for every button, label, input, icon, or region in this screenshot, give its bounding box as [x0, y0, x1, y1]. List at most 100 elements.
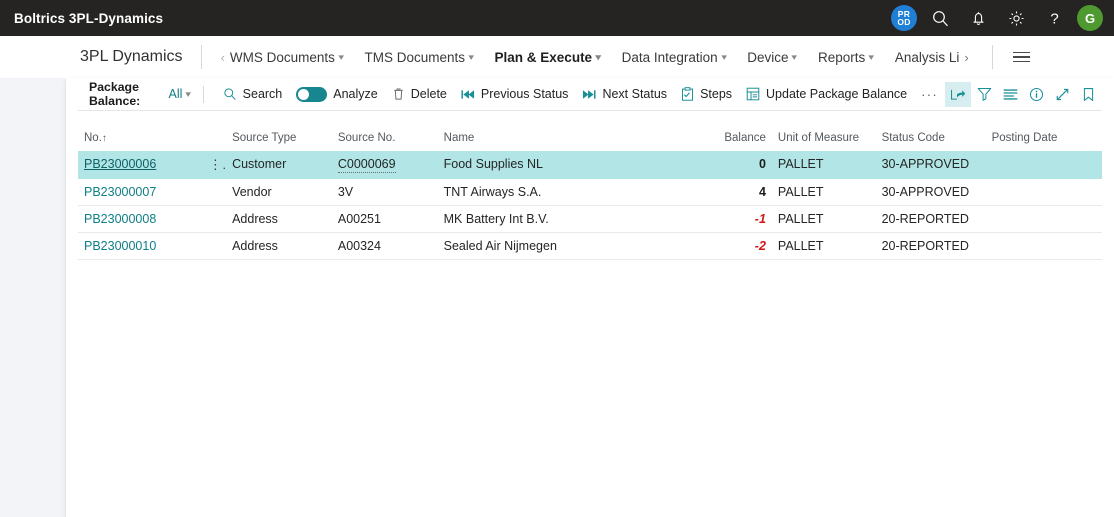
analyze-toggle[interactable]: Analyze	[289, 83, 384, 106]
table-header-row: No.↑ Source Type Source No. Name Balance…	[78, 130, 1102, 151]
nav-item-label: TMS Documents	[364, 49, 465, 65]
user-avatar[interactable]: G	[1077, 5, 1103, 31]
nav-item-label: Plan & Execute	[494, 49, 593, 65]
column-header-balance[interactable]: Balance	[708, 130, 771, 151]
chevron-down-icon: ▾	[721, 51, 727, 62]
row-options-vertical-dots[interactable]: ⋮	[203, 151, 226, 178]
nav-item-data-integration[interactable]: Data Integration ▾	[621, 47, 728, 68]
top-bar-actions: PR OD ? G	[891, 3, 1114, 33]
nav-item-wms-documents[interactable]: ‹ WMS Documents ▾	[220, 47, 345, 68]
cell-balance: -2	[754, 238, 766, 253]
delete-button[interactable]: Delete	[385, 83, 454, 105]
nav-item-label: Reports	[818, 49, 866, 65]
cell-source-no[interactable]: C0000069	[332, 151, 438, 178]
settings-gear-icon[interactable]	[1001, 3, 1031, 33]
nav-item-label: Analysis Li	[894, 49, 960, 65]
cell-unit-of-measure: PALLET	[777, 184, 824, 199]
previous-status-icon	[461, 89, 475, 100]
update-package-balance-label: Update Package Balance	[766, 87, 908, 101]
table-row[interactable]: PB23000006 ⋮ Customer C0000069 Food Supp…	[78, 151, 1102, 178]
update-package-balance-icon	[746, 87, 760, 101]
chevron-down-icon: ▾	[868, 51, 875, 62]
package-balance-filter-select[interactable]: All ▾	[169, 87, 192, 101]
cell-posting-date	[986, 151, 1102, 178]
search-button[interactable]: Search	[216, 83, 290, 105]
chevron-right-icon: ›	[964, 49, 969, 65]
column-header-source-type[interactable]: Source Type	[226, 130, 332, 151]
next-status-icon	[582, 89, 596, 100]
toolbar-overflow-button[interactable]: ···	[914, 87, 945, 102]
cell-source-type: Address	[232, 211, 278, 226]
package-balance-list: No.↑ Source Type Source No. Name Balance…	[66, 111, 1114, 260]
app-title: Boltrics 3PL-Dynamics	[14, 10, 164, 26]
column-header-posting-date[interactable]: Posting Date	[986, 130, 1102, 151]
table-row[interactable]: PB23000008 Address A00251 MK Battery Int…	[78, 205, 1102, 232]
cell-source-no: A00324	[337, 238, 381, 253]
cell-name: Food Supplies NL	[443, 157, 544, 172]
cell-status-code: 30-APPROVED	[881, 184, 970, 199]
svg-text:?: ?	[1050, 10, 1058, 27]
analyze-switch[interactable]	[296, 86, 328, 102]
source-no-link[interactable]: C0000069	[337, 157, 396, 174]
column-header-status-code[interactable]: Status Code	[876, 130, 986, 151]
nav-item-device[interactable]: Device ▾	[746, 47, 798, 68]
row-options-vertical-dots[interactable]	[203, 178, 226, 205]
cell-source-type: Customer	[232, 157, 287, 172]
cell-no[interactable]: PB23000008	[78, 205, 203, 232]
update-package-balance-button[interactable]: Update Package Balance	[739, 83, 914, 105]
nav-item-tms-documents[interactable]: TMS Documents ▾	[363, 47, 474, 68]
column-header-unit-of-measure[interactable]: Unit of Measure	[772, 130, 876, 151]
previous-status-button[interactable]: Previous Status	[454, 83, 576, 105]
search-icon	[223, 87, 237, 101]
cell-source-type: Address	[232, 238, 278, 253]
no-link[interactable]: PB23000010	[84, 239, 156, 253]
steps-clipboard-icon	[681, 87, 694, 101]
action-toolbar: Package Balance: All ▾ Search Analyze De…	[78, 78, 1102, 111]
no-link[interactable]: PB23000006	[84, 157, 156, 171]
table-row[interactable]: PB23000007 Vendor 3V TNT Airways S.A. 4 …	[78, 178, 1102, 205]
steps-button[interactable]: Steps	[674, 83, 739, 105]
nav-item-plan-and-execute[interactable]: Plan & Execute ▾	[494, 47, 602, 68]
nav-item-analysis-list[interactable]: Analysis Li ›	[894, 47, 970, 68]
next-status-label: Next Status	[602, 87, 668, 101]
expand-icon[interactable]	[1049, 82, 1075, 107]
bookmark-icon[interactable]	[1075, 82, 1101, 107]
list-lines-icon[interactable]	[997, 82, 1023, 107]
environment-badge-line2: OD	[897, 17, 911, 27]
info-icon[interactable]	[1023, 82, 1049, 107]
environment-badge[interactable]: PR OD	[891, 5, 917, 31]
filter-icon[interactable]	[971, 82, 997, 107]
search-button-label: Search	[242, 87, 283, 101]
sort-ascending-icon: ↑	[101, 133, 107, 144]
cell-no[interactable]: PB23000010	[78, 232, 203, 259]
no-link[interactable]: PB23000007	[84, 185, 156, 199]
table-row[interactable]: PB23000010 Address A00324 Sealed Air Nij…	[78, 232, 1102, 259]
open-in-excel-icon[interactable]	[945, 81, 971, 107]
previous-status-label: Previous Status	[480, 87, 569, 101]
notification-bell-icon[interactable]	[963, 3, 993, 33]
next-status-button[interactable]: Next Status	[575, 83, 674, 105]
toolbar-right-icons	[945, 81, 1102, 107]
search-icon[interactable]	[925, 3, 955, 33]
column-header-name[interactable]: Name	[438, 130, 709, 151]
nav-divider	[200, 45, 202, 69]
hamburger-menu-icon[interactable]	[1012, 51, 1030, 63]
nav-item-reports[interactable]: Reports ▾	[817, 47, 875, 68]
trash-icon	[392, 87, 405, 101]
cell-unit-of-measure: PALLET	[777, 157, 824, 172]
cell-no[interactable]: PB23000007	[78, 178, 203, 205]
no-link[interactable]: PB23000008	[84, 212, 156, 226]
row-options-vertical-dots[interactable]	[203, 205, 226, 232]
navigation-bar: 3PL Dynamics ‹ WMS Documents ▾ TMS Docum…	[0, 36, 1114, 78]
chevron-left-icon: ‹	[220, 49, 225, 65]
cell-no[interactable]: PB23000006	[78, 151, 203, 178]
chevron-down-icon: ▾	[185, 88, 192, 99]
cell-balance: -1	[754, 211, 766, 226]
column-header-source-no[interactable]: Source No.	[332, 130, 438, 151]
delete-label: Delete	[410, 87, 447, 101]
row-options-vertical-dots[interactable]	[203, 232, 226, 259]
cell-source-no: 3V	[337, 184, 354, 199]
module-name: 3PL Dynamics	[80, 48, 183, 65]
help-question-icon[interactable]: ?	[1039, 3, 1069, 33]
column-header-no[interactable]: No.↑	[78, 130, 226, 151]
